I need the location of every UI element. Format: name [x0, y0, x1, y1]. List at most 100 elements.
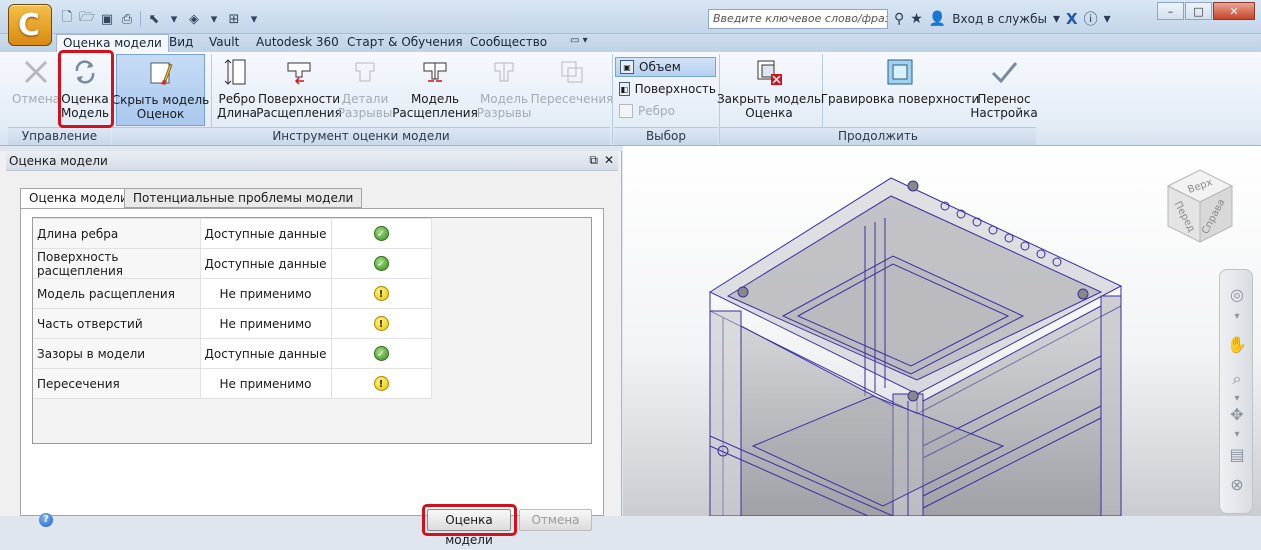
- dropdown-arrow-icon[interactable]: ▾: [1053, 11, 1060, 27]
- table-row[interactable]: Часть отверстий Не применимо !: [33, 308, 432, 339]
- tab-content: Длина ребра Доступные данные ✓ Поверхнос…: [20, 208, 604, 547]
- ribbon-minimize-icon[interactable]: ▭ ▾: [570, 35, 588, 46]
- tab-autodesk-360[interactable]: Autodesk 360: [250, 34, 345, 52]
- select-edge-button[interactable]: Ребро: [615, 101, 716, 121]
- row-status: Доступные данные: [199, 248, 332, 279]
- open-file-icon[interactable]: 🗁: [78, 10, 96, 28]
- close-evaluation-label-2: Оценка: [745, 106, 793, 120]
- evaluation-table: Длина ребра Доступные данные ✓ Поверхнос…: [33, 218, 432, 399]
- evaluate-label-2: Модель: [60, 106, 110, 120]
- model-gaps-button[interactable]: Модель Разрывы: [476, 54, 532, 126]
- float-panel-icon[interactable]: ⧉: [589, 153, 598, 168]
- evaluate-model-button[interactable]: Оценка Модель: [60, 54, 110, 126]
- panel-title-continue[interactable]: Продолжить: [720, 127, 1036, 145]
- row-name: Длина ребра: [33, 218, 201, 249]
- print-icon[interactable]: ⎙: [118, 10, 136, 28]
- dropdown-arrow-icon[interactable]: ▾: [205, 10, 223, 28]
- split-surface-icon: [283, 56, 315, 88]
- intersections-button[interactable]: Пересечения: [531, 54, 613, 126]
- model-evaluation-panel: Оценка модели ⧉ ✕ Оценка модели Потенциа…: [0, 151, 622, 547]
- row-name: Пересечения: [33, 368, 201, 399]
- model-split-label-1: Модель: [410, 92, 460, 106]
- tab-getting-started[interactable]: Старт & Обучения: [341, 34, 469, 52]
- tab-model-evaluation[interactable]: Оценка модели: [56, 34, 169, 53]
- pan-hand-icon[interactable]: ✋: [1226, 334, 1248, 356]
- edge-length-button[interactable]: Ребро Длина: [216, 54, 258, 126]
- cancel-dialog-button[interactable]: Отмена: [519, 509, 592, 531]
- tab-potential-issues[interactable]: Потенциальные проблемы модели: [124, 188, 363, 208]
- table-row[interactable]: Поверхность расщепления Доступные данные…: [33, 248, 432, 279]
- maximize-button[interactable]: □: [1185, 2, 1212, 20]
- signin-link[interactable]: Вход в службы: [952, 12, 1047, 26]
- view-cube[interactable]: Верх Перед Справа: [1158, 164, 1238, 254]
- help-icon[interactable]: ⓘ: [1084, 9, 1098, 29]
- hide-evaluations-button[interactable]: Скрыть модель Оценок: [112, 54, 209, 126]
- dropdown-arrow-icon[interactable]: ▾: [1226, 424, 1248, 446]
- look-at-icon[interactable]: ▤: [1226, 444, 1248, 466]
- ok-check-icon: ✓: [373, 346, 389, 361]
- split-surfaces-button[interactable]: Поверхности Расщепления: [256, 54, 342, 126]
- part-gaps-label-2: Разрывы: [337, 106, 393, 120]
- refresh-icon: [69, 56, 101, 88]
- transfer-settings-button[interactable]: Перенос Настройка: [970, 54, 1038, 126]
- table-row[interactable]: Длина ребра Доступные данные ✓: [33, 218, 432, 249]
- title-bar: 🗋 🗁 ▣ ⎙ ⬉ ▾ ◈ ▾ ⊞ ▾ Введите ключевое сло…: [0, 0, 1261, 34]
- panel-title-eval-tools[interactable]: Инструмент оценки модели: [112, 127, 610, 145]
- dropdown-arrow-icon[interactable]: ▾: [165, 10, 183, 28]
- material-icon[interactable]: ◈: [185, 10, 203, 28]
- table-row[interactable]: Зазоры в модели Доступные данные ✓: [33, 338, 432, 369]
- model-viewport[interactable]: Верх Перед Справа ◎ ▾ ✋ ⌕ ▾ ✥ ▾ ▤ ⊗: [623, 146, 1261, 516]
- panel-title-manage[interactable]: Управление: [8, 127, 111, 145]
- select-surface-button[interactable]: ◧ Поверхность: [615, 79, 716, 99]
- save-icon[interactable]: ▣: [98, 10, 116, 28]
- tab-community[interactable]: Сообщество: [464, 34, 553, 52]
- model-split-button[interactable]: Модель Расщепления: [392, 54, 478, 126]
- evaluate-model-dialog-button[interactable]: Оценка модели: [427, 509, 511, 547]
- edge-icon: [619, 104, 633, 118]
- close-evaluation-button[interactable]: Закрыть модель Оценка: [717, 54, 821, 126]
- favorites-star-icon[interactable]: ★: [910, 11, 923, 27]
- row-name: Модель расщепления: [33, 278, 201, 309]
- model-gaps-label-2: Разрывы: [476, 106, 532, 120]
- new-file-icon[interactable]: 🗋: [58, 10, 76, 28]
- exchange-icon[interactable]: X: [1066, 10, 1078, 28]
- tab-vault[interactable]: Vault: [203, 34, 245, 52]
- help-icon[interactable]: ?: [39, 513, 53, 527]
- navigation-bar: ◎ ▾ ✋ ⌕ ▾ ✥ ▾ ▤ ⊗: [1219, 269, 1253, 514]
- zoom-icon[interactable]: ⌕: [1226, 368, 1248, 390]
- close-panel-icon[interactable]: ✕: [604, 153, 614, 168]
- part-gaps-button[interactable]: Детали Разрывы: [337, 54, 393, 126]
- cancel-ribbon-button[interactable]: Отмена: [12, 54, 60, 126]
- surface-engraving-icon: [884, 56, 916, 88]
- ok-check-icon: ✓: [373, 256, 389, 271]
- select-arrow-icon[interactable]: ⬉: [145, 10, 163, 28]
- split-surfaces-label-2: Расщепления: [256, 106, 342, 120]
- table-row[interactable]: Модель расщепления Не применимо !: [33, 278, 432, 309]
- select-volume-button[interactable]: ▣ Объем: [615, 57, 716, 77]
- ok-check-icon: ✓: [373, 226, 389, 241]
- minimize-button[interactable]: –: [1157, 2, 1184, 20]
- panel-title-bar: Оценка модели ⧉ ✕: [6, 151, 618, 171]
- table-row[interactable]: Пересечения Не применимо !: [33, 368, 432, 399]
- dropdown-arrow-icon[interactable]: ▾: [1226, 306, 1248, 328]
- model-gaps-icon: [488, 56, 520, 88]
- warning-icon: !: [373, 316, 389, 331]
- orbit-icon[interactable]: ✥: [1226, 404, 1248, 426]
- row-name: Поверхность расщепления: [33, 248, 201, 279]
- tab-view[interactable]: Вид: [163, 34, 199, 52]
- update-icon[interactable]: ⊞: [225, 10, 243, 28]
- dropdown-arrow-icon[interactable]: ▾: [1104, 11, 1111, 27]
- application-menu-button[interactable]: C: [8, 4, 52, 46]
- steering-wheel-icon[interactable]: ◎: [1226, 284, 1248, 306]
- binoculars-icon[interactable]: ⚲: [894, 11, 904, 27]
- full-navigation-wheel-icon[interactable]: ⊗: [1226, 474, 1248, 496]
- window-controls: – □ ✕: [1157, 2, 1255, 20]
- close-window-button[interactable]: ✕: [1213, 2, 1255, 20]
- qat-customize-icon[interactable]: ▾: [245, 10, 263, 28]
- brush-icon: [145, 57, 177, 89]
- search-input[interactable]: Введите ключевое слово/фразу: [708, 9, 888, 29]
- panel-title-select[interactable]: Выбор: [614, 127, 718, 145]
- surface-engraving-button[interactable]: Гравировка поверхности: [821, 54, 979, 126]
- edge-length-icon: [221, 56, 253, 88]
- tab-evaluation[interactable]: Оценка модели: [20, 188, 137, 209]
